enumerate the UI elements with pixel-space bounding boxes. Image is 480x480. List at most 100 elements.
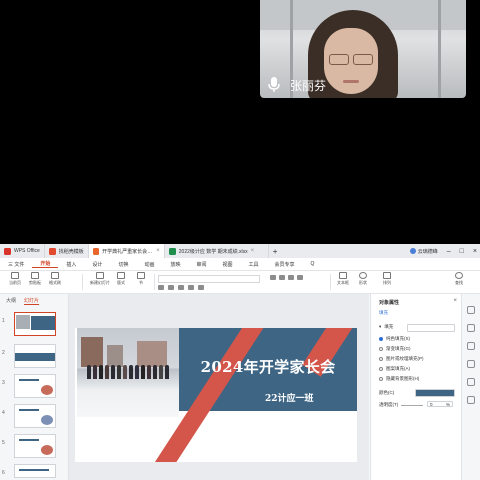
history-icon[interactable] xyxy=(467,360,475,368)
fill-subsection-header[interactable]: ▾ 填充 xyxy=(379,324,393,330)
menu-animation[interactable]: 动画 xyxy=(136,261,162,268)
find-button[interactable]: 查找 xyxy=(450,272,468,292)
minimize-icon[interactable]: – xyxy=(447,248,451,255)
menu-review[interactable]: 审阅 xyxy=(188,261,214,268)
textbox-button[interactable]: 文本框 xyxy=(334,272,352,292)
fill-type-dropdown[interactable] xyxy=(407,324,455,332)
photo-person xyxy=(141,365,145,379)
microphone-icon[interactable] xyxy=(264,75,284,95)
slide-thumbnail[interactable] xyxy=(14,312,56,336)
menu-design[interactable]: 设计 xyxy=(84,261,110,268)
slide-thumbnail[interactable] xyxy=(14,464,56,478)
layout-button[interactable]: 版式 xyxy=(112,272,130,292)
ribbon-label: 查找 xyxy=(455,280,463,285)
tab-label: 2022级计应 数学 期末成绩.xlsx xyxy=(178,248,248,255)
slide-thumbnail[interactable] xyxy=(14,374,56,398)
photo-person xyxy=(129,365,133,379)
menu-tools[interactable]: 工具 xyxy=(241,261,267,268)
bullets-icon[interactable] xyxy=(270,275,276,280)
menu-file[interactable]: 三 文件 xyxy=(0,261,32,268)
slide[interactable]: 2024年开学家长会 22计应一班 xyxy=(75,328,357,462)
slide-thumbnail[interactable] xyxy=(14,404,56,428)
italic-icon[interactable] xyxy=(168,285,174,290)
font-color-icon[interactable] xyxy=(198,285,204,290)
photo-person xyxy=(117,365,121,379)
font-name-field[interactable] xyxy=(158,275,260,283)
fill-section-tab[interactable]: 填充 xyxy=(379,310,388,316)
photo-person xyxy=(87,365,91,379)
new-slide-button[interactable]: 新建幻灯片 xyxy=(88,272,112,292)
format-painter-button[interactable]: 格式刷 xyxy=(46,272,64,292)
slide-editor-canvas[interactable]: 2024年开学家长会 22计应一班 xyxy=(69,294,369,480)
avatar[interactable] xyxy=(409,248,416,254)
photo-building xyxy=(137,341,167,367)
indent-icon[interactable] xyxy=(288,275,294,280)
photo-person xyxy=(111,365,115,379)
radio-icon xyxy=(379,367,383,371)
tab-slides[interactable]: 幻灯片 xyxy=(24,297,40,305)
arrange-button[interactable]: 排列 xyxy=(378,272,396,292)
slide-subtitle[interactable]: 22计应一班 xyxy=(265,391,314,404)
fill-option-hide-background[interactable]: 隐藏背景图形(H) xyxy=(379,376,419,382)
tab-template[interactable]: 找稻壳模板 xyxy=(45,244,89,258)
paste-icon xyxy=(31,272,39,279)
shape-button[interactable]: 形状 xyxy=(354,272,372,292)
thumb-band xyxy=(15,353,55,361)
tab-outline[interactable]: 大纲 xyxy=(6,297,16,305)
section-button[interactable]: 节 xyxy=(132,272,150,292)
slide-thumbnail[interactable] xyxy=(14,434,56,458)
tab-xlsx-file[interactable]: 2022级计应 数学 期末成绩.xlsx × xyxy=(165,244,269,258)
slide-thumbnail[interactable] xyxy=(14,344,56,368)
fill-option-pattern[interactable]: 图案填充(A) xyxy=(379,366,410,372)
close-tab-icon[interactable]: × xyxy=(156,248,160,254)
current-page-button[interactable]: 当前页 xyxy=(6,272,24,292)
photo-person xyxy=(123,365,127,379)
fill-option-solid[interactable]: 纯色填充(S) xyxy=(379,336,410,342)
menu-insert[interactable]: 插入 xyxy=(58,261,84,268)
thumb-photo xyxy=(16,315,30,329)
maximize-icon[interactable]: □ xyxy=(460,248,464,255)
line-spacing-icon[interactable] xyxy=(297,275,303,280)
more-icon[interactable] xyxy=(467,396,475,404)
properties-icon[interactable] xyxy=(467,306,475,314)
strike-icon[interactable] xyxy=(188,285,194,290)
menu-slideshow[interactable]: 放映 xyxy=(162,261,188,268)
design-icon[interactable] xyxy=(467,342,475,350)
slide-title[interactable]: 2024年开学家长会 xyxy=(183,356,353,377)
share-icon[interactable] xyxy=(467,378,475,386)
fill-option-picture[interactable]: 图片或纹理填充(P) xyxy=(379,356,424,362)
option-label: 图案填充(A) xyxy=(386,366,410,371)
close-icon[interactable]: × xyxy=(473,248,477,255)
close-pane-icon[interactable]: × xyxy=(453,298,457,304)
ribbon-label: 形状 xyxy=(359,280,367,285)
slide-number: 2 xyxy=(2,350,5,356)
menu-view[interactable]: 视图 xyxy=(215,261,241,268)
tab-wps-office[interactable]: WPS Office xyxy=(0,244,45,258)
menu-home[interactable]: 开始 xyxy=(32,260,59,268)
user-name[interactable]: 云璃德峰 xyxy=(418,248,438,255)
transparency-slider[interactable] xyxy=(401,405,423,406)
class-photo[interactable] xyxy=(77,328,179,417)
menu-member[interactable]: 会员专享 xyxy=(267,261,303,268)
ribbon-label: 节 xyxy=(139,280,143,285)
subsection-label: 填充 xyxy=(384,324,394,329)
animation-icon[interactable] xyxy=(467,324,475,332)
transparency-input[interactable]: 0 % xyxy=(427,401,453,407)
fill-option-gradient[interactable]: 渐变填充(G) xyxy=(379,346,411,352)
bold-icon[interactable] xyxy=(158,285,164,290)
tab-pptx-file[interactable]: 开学典礼严重家长会.pptx × xyxy=(88,244,165,258)
fill-color-picker[interactable] xyxy=(415,389,455,397)
menu-transition[interactable]: 切换 xyxy=(110,261,136,268)
template-icon xyxy=(48,247,56,255)
underline-icon[interactable] xyxy=(178,285,184,290)
webcam-window-frame xyxy=(438,0,441,98)
search-icon[interactable]: Q xyxy=(303,261,323,267)
close-tab-icon[interactable]: × xyxy=(251,248,255,254)
slide-number: 5 xyxy=(2,440,5,446)
new-tab-button[interactable]: + xyxy=(269,244,282,258)
numbering-icon[interactable] xyxy=(279,275,285,280)
clipboard-button[interactable]: 剪贴板 xyxy=(26,272,44,292)
font-style-group xyxy=(158,285,204,290)
thumb-line xyxy=(19,379,39,381)
transparency-label: 透明度(T) xyxy=(379,402,399,407)
